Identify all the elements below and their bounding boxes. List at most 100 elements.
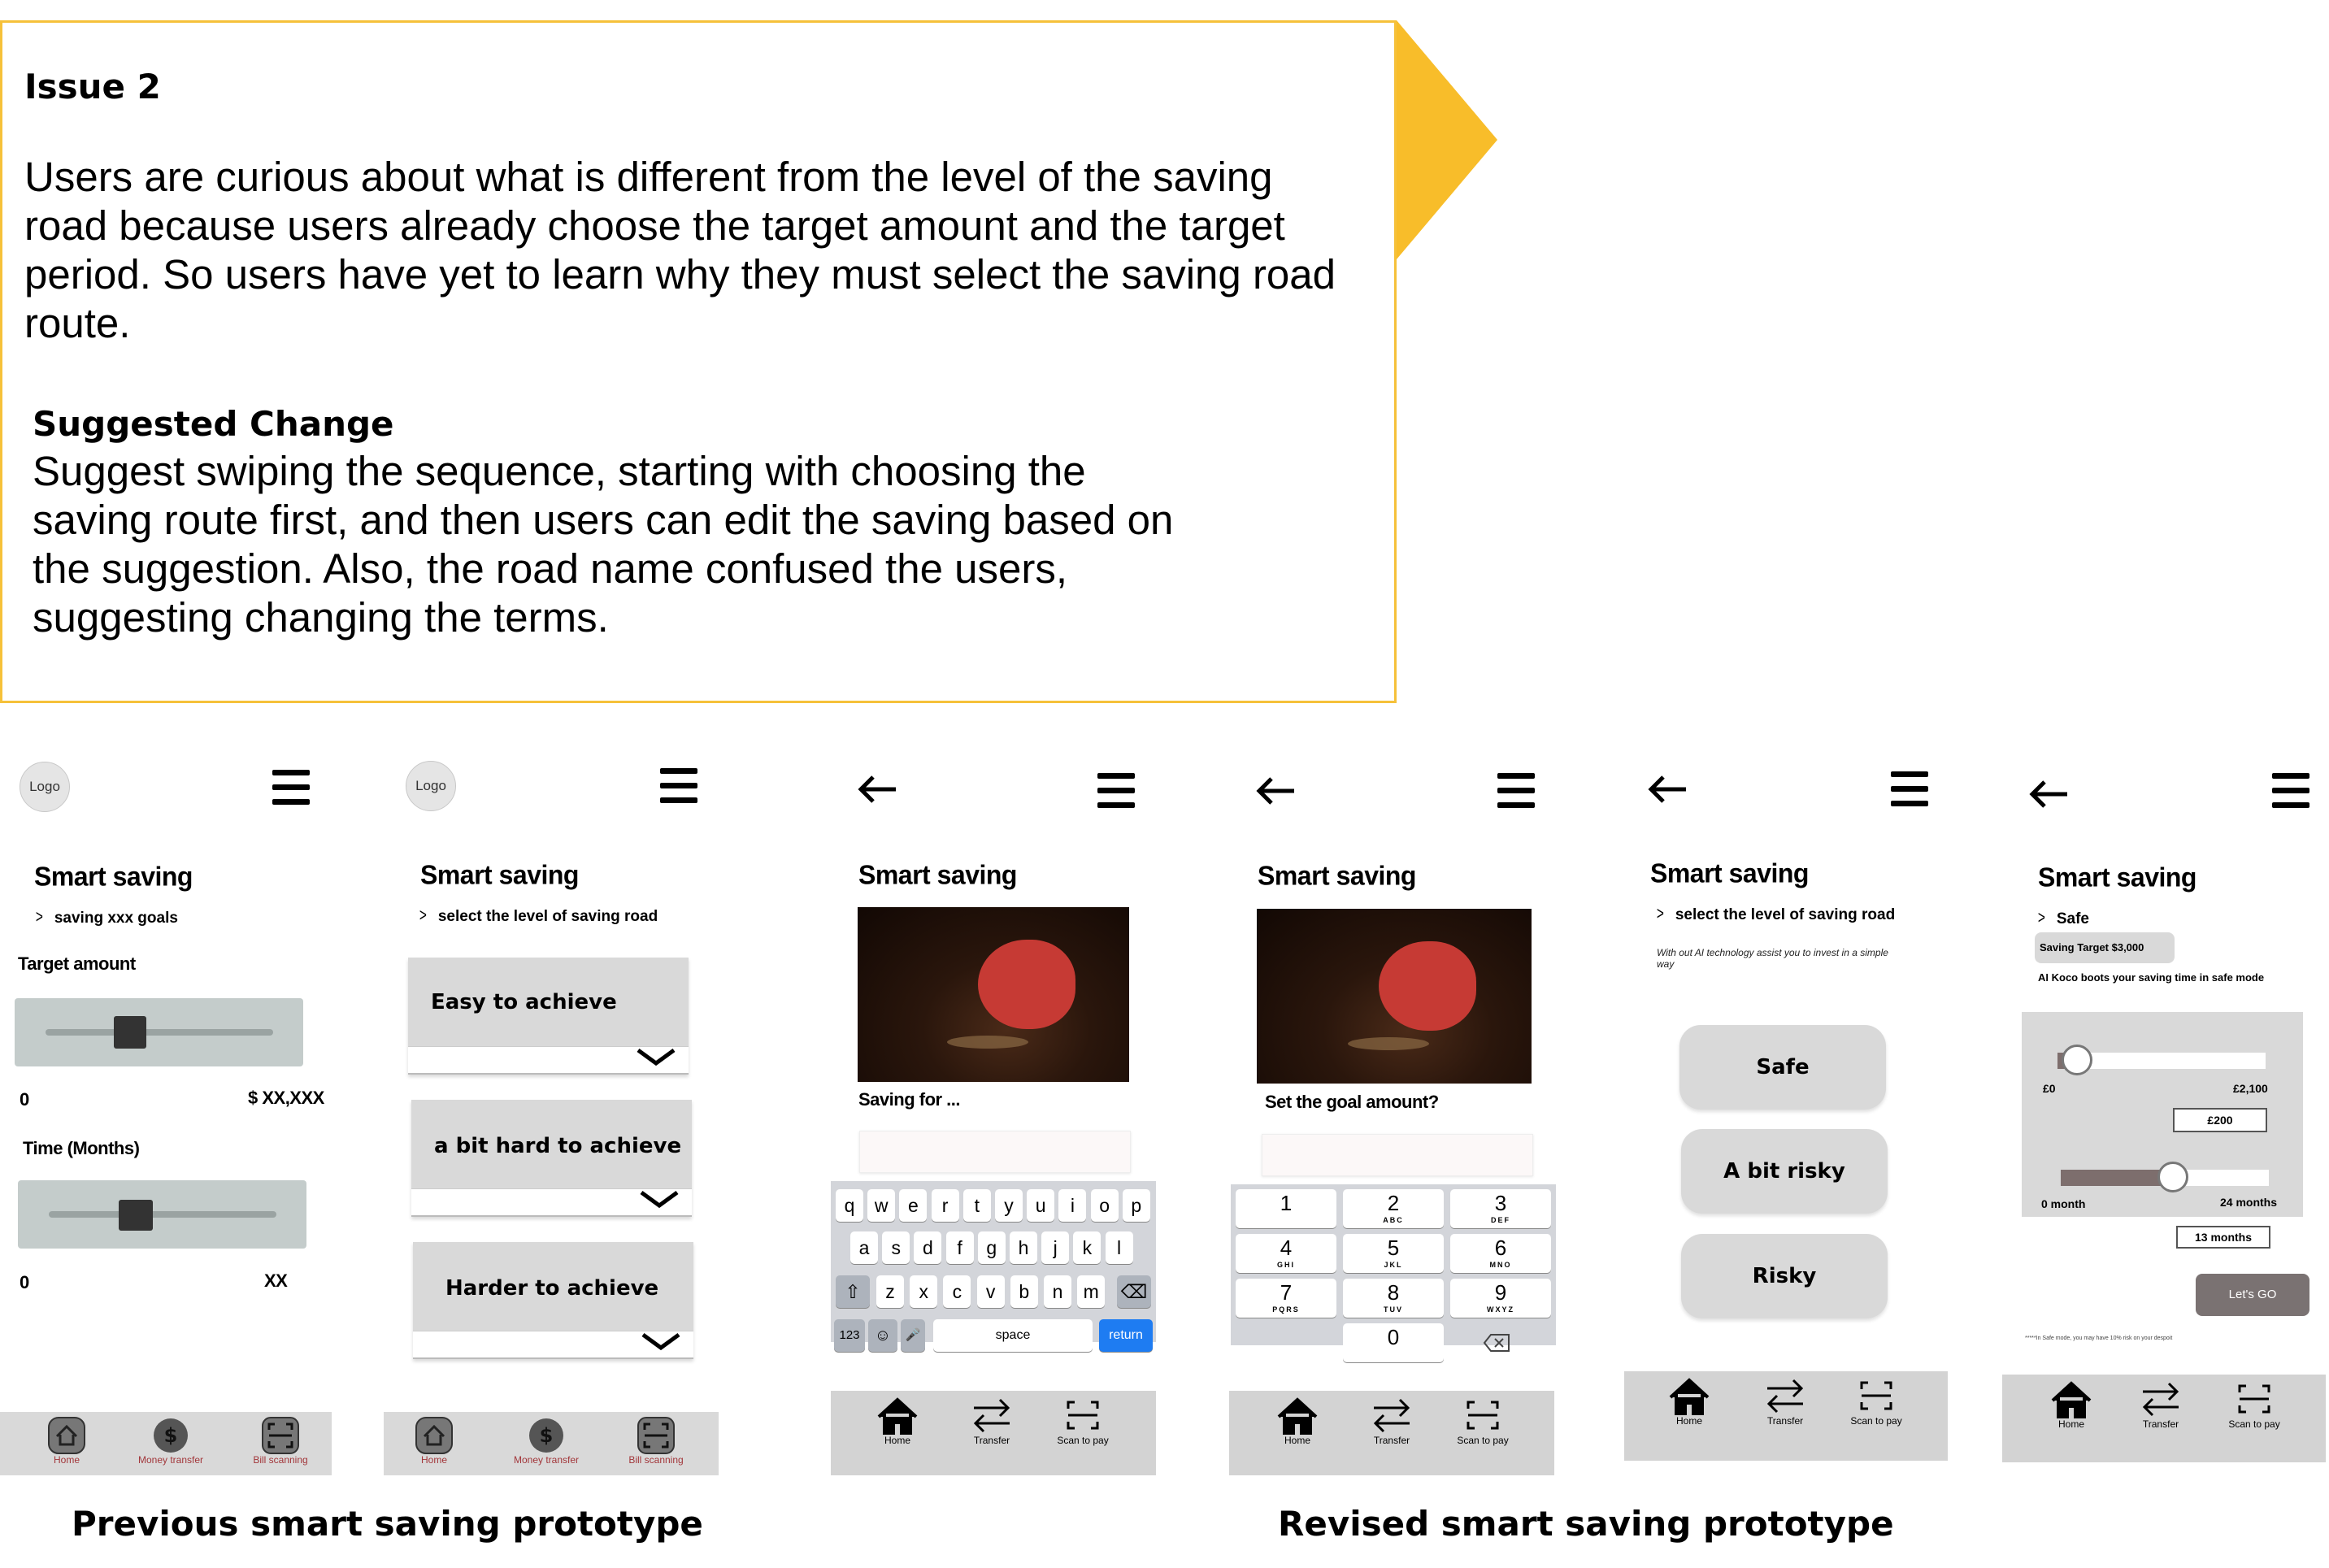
month-slider-handle[interactable] (2157, 1162, 2189, 1192)
nav-home[interactable]: Home (1657, 1376, 1722, 1427)
option-bit-risky[interactable]: A bit risky (1681, 1129, 1888, 1214)
key-n[interactable]: n (1044, 1275, 1071, 1308)
menu-icon[interactable] (660, 768, 697, 804)
menu-icon[interactable] (1097, 773, 1135, 809)
key-i[interactable]: i (1058, 1189, 1087, 1222)
key-p[interactable]: p (1122, 1189, 1150, 1222)
amount-slider-handle[interactable] (2062, 1045, 2093, 1075)
numpad-key-7[interactable]: 7 PQRS (1236, 1279, 1336, 1318)
back-arrow-icon[interactable] (2028, 778, 2070, 810)
amount-slider[interactable] (2057, 1045, 2266, 1075)
key-k[interactable]: k (1073, 1231, 1101, 1264)
option-bit-hard[interactable]: a bit hard to achieve (411, 1100, 692, 1217)
key-g[interactable]: g (977, 1231, 1006, 1264)
numpad-key-5[interactable]: 5 JKL (1343, 1234, 1444, 1273)
option-risky[interactable]: Risky (1681, 1234, 1888, 1318)
numpad-key-4[interactable]: 4 GHI (1236, 1234, 1336, 1273)
nav-transfer[interactable]: Transfer (1753, 1376, 1818, 1427)
nav-transfer[interactable]: Transfer (2124, 1379, 2197, 1430)
breadcrumb[interactable]: > Safe (2036, 907, 2089, 928)
key-c[interactable]: c (943, 1275, 971, 1308)
logo[interactable]: Logo (20, 762, 70, 812)
option-easy[interactable]: Easy to achieve (408, 958, 689, 1075)
chevron-down-icon[interactable] (635, 1047, 677, 1066)
chevron-down-icon[interactable] (638, 1189, 680, 1209)
breadcrumb[interactable]: > select the level of saving road (1655, 903, 1895, 924)
nav-scan-to-pay[interactable]: Scan to pay (1042, 1396, 1123, 1446)
key-m[interactable]: m (1077, 1275, 1106, 1308)
nav-transfer[interactable]: Transfer (1359, 1396, 1424, 1446)
slider-handle[interactable] (114, 1016, 146, 1049)
nav-home[interactable]: Home (34, 1417, 99, 1466)
key-b[interactable]: b (1010, 1275, 1038, 1308)
menu-icon[interactable] (1891, 771, 1928, 807)
backspace-key[interactable]: ⌫ (1117, 1275, 1151, 1308)
nav-scan-to-pay[interactable]: Scan to pay (1442, 1396, 1523, 1446)
nav-money-transfer[interactable]: $ Money transfer (130, 1417, 211, 1466)
numpad-key-9[interactable]: 9 WXYZ (1450, 1279, 1551, 1318)
slider-handle[interactable] (119, 1200, 153, 1231)
nav-home[interactable]: Home (1265, 1396, 1330, 1446)
key-h[interactable]: h (1010, 1231, 1037, 1264)
logo[interactable]: Logo (406, 761, 456, 811)
numpad-key-3[interactable]: 3 DEF (1450, 1189, 1551, 1228)
option-safe[interactable]: Safe (1679, 1025, 1886, 1110)
breadcrumb[interactable]: > saving xxx goals (34, 906, 178, 927)
key-x[interactable]: x (910, 1275, 938, 1308)
key-a[interactable]: a (850, 1231, 878, 1264)
goal-amount-input[interactable] (1262, 1134, 1533, 1176)
key-l[interactable]: l (1105, 1231, 1133, 1264)
back-arrow-icon[interactable] (1255, 775, 1297, 807)
key-j[interactable]: j (1041, 1231, 1070, 1264)
numpad-key-0[interactable]: 0 (1343, 1323, 1444, 1362)
nav-scan-to-pay[interactable]: Scan to pay (2214, 1379, 2295, 1430)
nav-transfer[interactable]: Transfer (959, 1396, 1024, 1446)
key-e[interactable]: e (899, 1189, 928, 1222)
emoji-key[interactable]: ☺ (868, 1319, 897, 1352)
month-slider[interactable] (2061, 1162, 2269, 1192)
key-r[interactable]: r (931, 1189, 959, 1222)
numpad-key-6[interactable]: 6 MNO (1450, 1234, 1551, 1273)
return-key[interactable]: return (1099, 1319, 1153, 1352)
nav-bill-scanning[interactable]: Bill scanning (619, 1417, 693, 1466)
menu-icon[interactable] (1497, 773, 1535, 809)
target-amount-slider[interactable] (15, 998, 303, 1066)
numbers-key[interactable]: 123 (834, 1319, 865, 1352)
time-slider[interactable] (18, 1180, 306, 1249)
key-z[interactable]: z (876, 1275, 904, 1308)
saving-for-input[interactable] (859, 1131, 1131, 1173)
numpad-key-8[interactable]: 8 TUV (1343, 1279, 1444, 1318)
key-o[interactable]: o (1090, 1189, 1119, 1222)
key-y[interactable]: y (995, 1189, 1023, 1222)
key-u[interactable]: u (1027, 1189, 1055, 1222)
nav-scan-to-pay[interactable]: Scan to pay (1836, 1376, 1917, 1427)
amount-value-field[interactable]: £200 (2173, 1108, 2267, 1132)
nav-home[interactable]: Home (865, 1396, 930, 1446)
numpad-key-2[interactable]: 2 ABC (1343, 1189, 1444, 1228)
delete-icon[interactable] (1483, 1333, 1510, 1357)
space-key[interactable]: space (933, 1319, 1093, 1352)
key-f[interactable]: f (945, 1231, 974, 1264)
menu-icon[interactable] (2272, 773, 2309, 809)
menu-icon[interactable] (272, 770, 310, 806)
key-q[interactable]: q (836, 1189, 863, 1222)
key-w[interactable]: w (867, 1189, 896, 1222)
mic-key[interactable]: 🎤 (901, 1319, 925, 1352)
breadcrumb[interactable]: > select the level of saving road (418, 905, 658, 926)
nav-money-transfer[interactable]: $ Money transfer (506, 1417, 587, 1466)
lets-go-button[interactable]: Let's GO (2196, 1274, 2309, 1316)
nav-bill-scanning[interactable]: Bill scanning (244, 1417, 317, 1466)
option-harder[interactable]: Harder to achieve (413, 1242, 693, 1359)
chevron-down-icon[interactable] (640, 1331, 682, 1351)
key-v[interactable]: v (976, 1275, 1005, 1308)
back-arrow-icon[interactable] (857, 773, 899, 806)
key-s[interactable]: s (882, 1231, 910, 1264)
key-t[interactable]: t (962, 1189, 991, 1222)
numpad-key-1[interactable]: 1 (1236, 1189, 1336, 1228)
key-d[interactable]: d (914, 1231, 942, 1264)
month-value-field[interactable]: 13 months (2176, 1226, 2270, 1249)
nav-home[interactable]: Home (2035, 1379, 2108, 1430)
nav-home[interactable]: Home (402, 1417, 467, 1466)
back-arrow-icon[interactable] (1647, 773, 1689, 806)
shift-key[interactable]: ⇧ (836, 1275, 870, 1308)
